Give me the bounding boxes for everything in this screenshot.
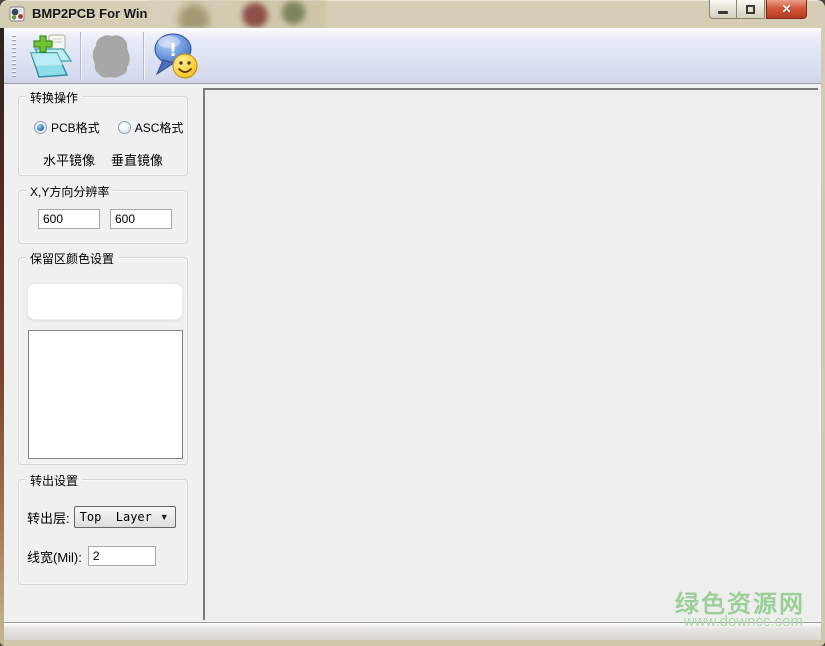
titlebar-glass-reflection <box>150 0 325 28</box>
window-title: BMP2PCB For Win <box>32 6 147 21</box>
maximize-icon <box>746 5 755 14</box>
export-gray-icon <box>88 33 136 79</box>
mirror-row: 水平镜像 垂直镜像 <box>43 150 163 169</box>
layer-row: 转出层: Top Layer ▼ <box>27 506 176 528</box>
app-icon <box>9 6 25 22</box>
group-reserved-color: 保留区颜色设置 <box>18 257 188 465</box>
group-output-settings: 转出设置 转出层: Top Layer ▼ 线宽(Mil): <box>18 479 188 585</box>
maximize-button[interactable] <box>737 0 765 19</box>
resolution-y-input[interactable] <box>110 209 172 229</box>
settings-panel: 转换操作 PCB格式 ASC格式 水平镜像 垂直镜像 <box>4 84 203 622</box>
folder-open-plus-icon <box>25 33 73 79</box>
close-icon: ✕ <box>781 2 791 16</box>
minimize-icon <box>718 11 728 14</box>
group-resolution: X,Y方向分辨率 <box>18 190 188 244</box>
toolbar-gripper[interactable] <box>12 35 16 77</box>
radio-asc-icon <box>118 121 131 134</box>
linewidth-label: 线宽(Mil): <box>27 547 82 566</box>
toolbar: ! <box>4 28 821 84</box>
linewidth-input[interactable] <box>88 546 156 566</box>
color-list-box[interactable] <box>28 330 183 459</box>
chevron-down-icon: ▼ <box>160 512 169 522</box>
group-resolution-title: X,Y方向分辨率 <box>26 183 113 200</box>
window-frame-left <box>0 28 4 646</box>
group-conversion: 转换操作 PCB格式 ASC格式 水平镜像 垂直镜像 <box>18 96 188 176</box>
layer-dropdown[interactable]: Top Layer ▼ <box>74 506 176 528</box>
pick-color-button[interactable] <box>27 283 183 320</box>
app-window: BMP2PCB For Win ✕ <box>0 0 825 646</box>
minimize-button[interactable] <box>709 0 737 19</box>
open-image-button[interactable] <box>24 31 74 81</box>
speech-bubble-smiley-icon: ! <box>151 32 199 80</box>
mirror-horizontal-button[interactable]: 水平镜像 <box>43 150 95 169</box>
export-button-disabled <box>87 31 137 81</box>
resolution-x-input[interactable] <box>38 209 100 229</box>
layer-dropdown-value: Top Layer <box>75 510 160 524</box>
window-frame-right <box>821 28 825 646</box>
radio-pcb-format[interactable]: PCB格式 <box>34 119 100 136</box>
radio-asc-label: ASC格式 <box>135 119 184 136</box>
group-conversion-title: 转换操作 <box>26 89 82 106</box>
client-area: 转换操作 PCB格式 ASC格式 水平镜像 垂直镜像 <box>4 84 821 622</box>
titlebar: BMP2PCB For Win ✕ <box>0 0 825 28</box>
radio-asc-format[interactable]: ASC格式 <box>118 119 184 136</box>
window-body: ! 转换操作 PCB格式 <box>4 28 821 640</box>
format-radio-row: PCB格式 ASC格式 <box>34 119 183 136</box>
group-reserved-color-title: 保留区颜色设置 <box>26 250 118 267</box>
window-controls: ✕ <box>709 0 807 19</box>
about-button[interactable]: ! <box>150 31 200 81</box>
toolbar-separator <box>80 32 81 80</box>
resolution-inputs <box>38 209 172 229</box>
watermark-site-url: www.downcc.com <box>684 613 803 630</box>
radio-pcb-icon <box>34 121 47 134</box>
group-output-settings-title: 转出设置 <box>26 472 82 489</box>
radio-pcb-label: PCB格式 <box>51 119 100 136</box>
toolbar-separator <box>143 32 144 80</box>
mirror-vertical-button[interactable]: 垂直镜像 <box>111 150 163 169</box>
layer-label: 转出层: <box>27 508 70 527</box>
preview-area <box>203 88 818 620</box>
close-button[interactable]: ✕ <box>766 0 807 19</box>
linewidth-row: 线宽(Mil): <box>27 546 156 566</box>
